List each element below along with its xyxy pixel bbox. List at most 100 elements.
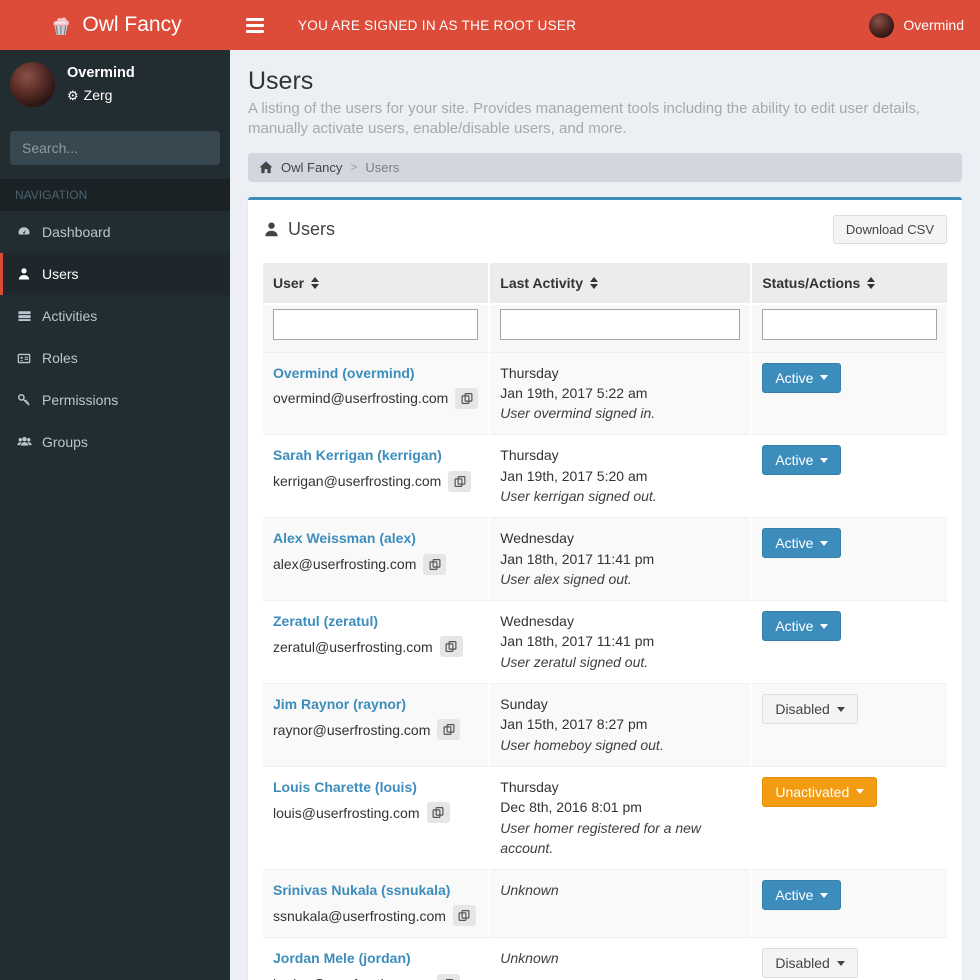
activity-note: User alex signed out. <box>500 570 632 587</box>
sidebar-user-panel: Overmind ⚙ Zerg <box>0 50 230 119</box>
copy-email-icon[interactable] <box>423 553 447 575</box>
filter-input-status-actions[interactable] <box>762 308 937 340</box>
user-name-link[interactable]: Alex Weissman (alex) <box>273 530 416 546</box>
sort-icon <box>311 276 320 289</box>
page-description: A listing of the users for your site. Pr… <box>248 100 921 138</box>
copy-email-icon[interactable] <box>452 905 476 927</box>
activity-date: Jan 18th, 2017 11:41 pm <box>500 550 655 567</box>
breadcrumb-item-owl-fancy[interactable]: Owl Fancy <box>281 160 342 175</box>
search-icon[interactable] <box>215 131 220 165</box>
sort-icon <box>590 276 599 289</box>
users-table-wrapper: User Last Activity Status/Actions Overmind… <box>248 255 962 980</box>
sidebar-item-label: Activities <box>42 308 98 324</box>
cupcake-logo-icon <box>48 12 74 38</box>
status-dropdown-button[interactable]: Disabled <box>762 948 858 979</box>
sidebar-item-label: Groups <box>42 434 88 450</box>
activity-note: User homer registered for a new account. <box>500 819 702 856</box>
copy-email-icon[interactable] <box>439 636 463 658</box>
status-label: Active <box>775 535 814 552</box>
sidebar-item-groups[interactable]: Groups <box>0 421 230 463</box>
sidebar-user-avatar <box>10 62 55 107</box>
column-header-label: Last Activity <box>500 274 584 291</box>
copy-email-icon[interactable] <box>455 387 479 409</box>
activity-date: Jan 18th, 2017 11:41 pm <box>500 633 655 650</box>
sidebar-toggle-button[interactable] <box>230 3 280 48</box>
activity-date: Jan 19th, 2017 5:20 am <box>500 467 648 484</box>
user-name-link[interactable]: Overmind (overmind) <box>273 365 415 381</box>
users-table: User Last Activity Status/Actions Overmind… <box>263 262 947 980</box>
activity-day: Thursday <box>500 364 559 381</box>
activity-date: Dec 8th, 2016 8:01 pm <box>500 799 642 816</box>
filter-input-last-activity[interactable] <box>500 308 741 340</box>
home-icon <box>259 160 273 174</box>
users-panel-header: Users Download CSV <box>248 200 962 255</box>
user-email: raynor@userfrosting.com <box>273 721 431 738</box>
sidebar-item-label: Roles <box>42 350 78 366</box>
groups-icon <box>15 435 33 449</box>
sidebar-item-users[interactable]: Users <box>0 253 230 295</box>
status-label: Disabled <box>775 701 830 718</box>
download-csv-button[interactable]: Download CSV <box>832 214 947 244</box>
sidebar-item-roles[interactable]: Roles <box>0 337 230 379</box>
user-avatar <box>869 12 895 38</box>
caret-down-icon <box>836 960 845 966</box>
user-menu[interactable]: Overmind <box>853 0 980 50</box>
status-dropdown-button[interactable]: Active <box>762 611 842 642</box>
sidebar-item-dashboard[interactable]: Dashboard <box>0 211 230 253</box>
search-input[interactable] <box>10 131 215 165</box>
activity-note: User zeratul signed out. <box>500 653 649 670</box>
user-row: Overmind (overmind) overmind@userfrosting… <box>263 351 947 435</box>
activity-day: Wednesday <box>500 613 574 630</box>
user-name-link[interactable]: Srinivas Nukala (ssnukala) <box>273 882 450 898</box>
status-label: Active <box>775 887 814 904</box>
user-name-link[interactable]: Zeratul (zeratul) <box>273 613 378 629</box>
status-dropdown-button[interactable]: Active <box>762 445 842 476</box>
sidebar-item-label: Dashboard <box>42 224 111 240</box>
copy-email-icon[interactable] <box>426 802 450 824</box>
status-dropdown-button[interactable]: Disabled <box>762 694 858 725</box>
breadcrumb-item-users: Users <box>365 159 400 175</box>
user-email: louis@userfrosting.com <box>273 804 420 821</box>
brand-logo[interactable]: Owl Fancy <box>0 0 230 50</box>
user-icon <box>15 267 33 281</box>
sidebar-item-activities[interactable]: Activities <box>0 295 230 337</box>
user-menu-name: Overmind <box>903 17 964 33</box>
user-name-link[interactable]: Jim Raynor (raynor) <box>273 696 406 712</box>
caret-down-icon <box>856 789 865 795</box>
column-header-user[interactable]: User <box>263 262 489 303</box>
activity-day: Wednesday <box>500 530 574 547</box>
column-header-label: Status/Actions <box>762 274 861 291</box>
user-name-link[interactable]: Louis Charette (louis) <box>273 779 417 795</box>
roles-icon <box>15 352 33 365</box>
brand-name: Owl Fancy <box>82 13 182 36</box>
copy-email-icon[interactable] <box>436 973 460 980</box>
user-name-link[interactable]: Jordan Mele (jordan) <box>273 950 411 966</box>
status-dropdown-button[interactable]: Active <box>762 880 842 911</box>
column-header-last-activity[interactable]: Last Activity <box>488 262 751 303</box>
root-user-alert: YOU ARE SIGNED IN AS THE ROOT USER <box>298 17 577 33</box>
user-name-link[interactable]: Sarah Kerrigan (kerrigan) <box>273 447 442 463</box>
status-dropdown-button[interactable]: Unactivated <box>762 776 878 807</box>
status-label: Unactivated <box>775 783 850 800</box>
user-email: jordan@userfrosting.com <box>273 974 430 980</box>
caret-down-icon <box>820 540 829 546</box>
copy-email-icon[interactable] <box>448 470 472 492</box>
key-icon <box>15 393 33 407</box>
user-email: kerrigan@userfrosting.com <box>273 473 442 490</box>
copy-email-icon[interactable] <box>437 719 461 741</box>
sidebar-user-group: ⚙ Zerg <box>67 87 135 103</box>
sidebar-item-permissions[interactable]: Permissions <box>0 379 230 421</box>
sidebar-item-label: Permissions <box>42 392 119 408</box>
status-dropdown-button[interactable]: Active <box>762 362 842 393</box>
filter-input-user[interactable] <box>273 308 479 340</box>
column-header-status-actions[interactable]: Status/Actions <box>750 262 947 303</box>
activity-day: Sunday <box>500 696 548 713</box>
user-email: overmind@userfrosting.com <box>273 390 449 407</box>
activity-day: Thursday <box>500 778 559 795</box>
activity-note: User kerrigan signed out. <box>500 487 657 504</box>
activity-note: User overmind signed in. <box>500 405 656 422</box>
caret-down-icon <box>820 375 829 380</box>
status-dropdown-button[interactable]: Active <box>762 528 842 559</box>
status-label: Active <box>775 618 814 635</box>
caret-down-icon <box>836 706 845 712</box>
